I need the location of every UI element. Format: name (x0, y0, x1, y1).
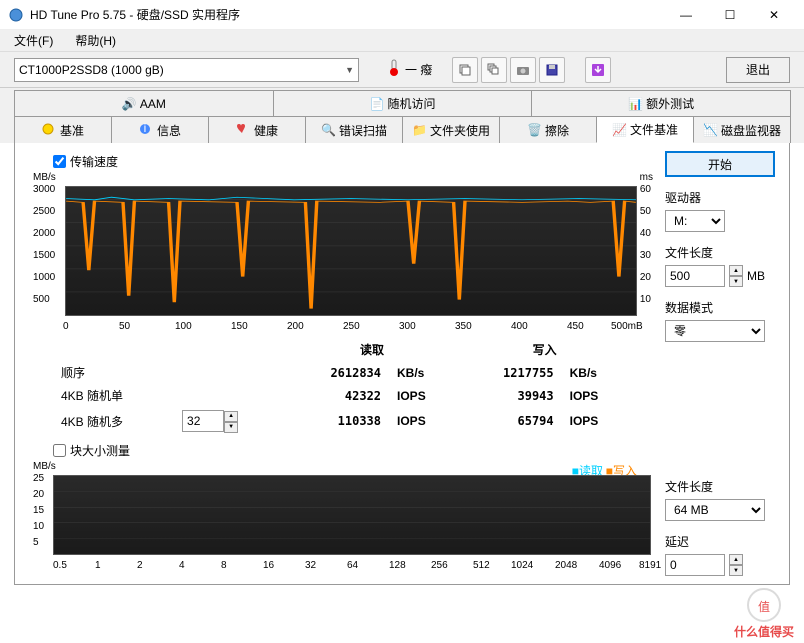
app-icon (8, 7, 24, 23)
transfer-speed-label: 传输速度 (70, 153, 118, 170)
toolbar: CT1000P2SSD8 (1000 gB) ▼ 一 癈 退出 (0, 52, 804, 88)
menu-bar: 文件(F) 帮助(H) (0, 30, 804, 52)
thermometer-icon (387, 59, 401, 80)
block-size-chart: MB/s ■读取 ■写入 25 20 15 10 5 0.5 1 2 4 8 1… (29, 461, 655, 571)
block-size-checkbox[interactable] (53, 444, 66, 457)
results-table: 读取写入 顺序 2612834KB/s 1217755KB/s 4KB 随机单 … (53, 338, 631, 436)
maximize-button[interactable]: ☐ (708, 0, 752, 30)
close-button[interactable]: ✕ (752, 0, 796, 30)
chart1-ylabel: MB/s (33, 172, 56, 183)
block-size-label: 块大小测量 (70, 442, 130, 459)
exit-button[interactable]: 退出 (726, 57, 790, 83)
file-bench-icon: 📈 (612, 123, 626, 137)
copy-button[interactable] (452, 57, 478, 83)
left-pane: 传输速度 MB/s ms 3000 2500 2000 1500 1000 50… (29, 151, 655, 576)
tab-erase[interactable]: 🗑️擦除 (499, 116, 597, 143)
minimize-button[interactable]: — (664, 0, 708, 30)
delay-spinner[interactable]: ▲▼ (729, 554, 743, 576)
download-button[interactable] (585, 57, 611, 83)
temp-text: 一 癈 (405, 61, 432, 78)
tab-benchmark[interactable]: 基准 (14, 116, 112, 143)
svg-text:值: 值 (758, 599, 770, 614)
menu-file[interactable]: 文件(F) (8, 30, 59, 51)
main-content: 传输速度 MB/s ms 3000 2500 2000 1500 1000 50… (14, 143, 790, 585)
file-length-input[interactable] (665, 265, 725, 287)
tab-file-benchmark[interactable]: 📈文件基准 (596, 116, 694, 143)
queue-depth-input[interactable]: 32 (182, 410, 224, 432)
file-length2-label: 文件长度 (665, 478, 775, 495)
right-pane: 开始 驱动器 M: 文件长度 ▲▼ MB 数据模式 零 文件长度 64 MB 延… (665, 151, 775, 576)
delay-input[interactable] (665, 554, 725, 576)
block-size-checkbox-row: 块大小测量 (53, 442, 655, 459)
tabs-row-2: 基准 i信息 健康 🔍错误扫描 📁文件夹使用 🗑️擦除 📈文件基准 📉磁盘监视器 (0, 116, 804, 143)
chart2-ylabel: MB/s (33, 461, 56, 472)
info-icon: i (139, 123, 153, 137)
folder-icon: 📁 (412, 123, 426, 137)
transfer-speed-chart: MB/s ms 3000 2500 2000 1500 1000 500 60 … (29, 172, 655, 332)
table-row: 4KB 随机单 42322IOPS 39943IOPS (53, 384, 631, 407)
tabs-row-1: 🔊AAM 📄随机访问 📊额外测试 (0, 88, 804, 116)
queue-depth-spinner[interactable]: ▲▼ (224, 411, 238, 433)
transfer-speed-checkbox-row: 传输速度 (53, 153, 655, 170)
drive-selected-text: CT1000P2SSD8 (1000 gB) (19, 63, 164, 77)
dropdown-arrow-icon: ▼ (345, 65, 354, 75)
trash-icon: 🗑️ (527, 123, 541, 137)
drive-label: 驱动器 (665, 189, 775, 206)
save-button[interactable] (539, 57, 565, 83)
speaker-icon: 🔊 (122, 97, 136, 111)
copy-all-button[interactable] (481, 57, 507, 83)
tab-disk-monitor[interactable]: 📉磁盘监视器 (693, 116, 791, 143)
chart2-plot-area (53, 475, 651, 555)
file-length-label: 文件长度 (665, 244, 775, 261)
title-bar: HD Tune Pro 5.75 - 硬盘/SSD 实用程序 — ☐ ✕ (0, 0, 804, 30)
tab-extra-tests[interactable]: 📊额外测试 (531, 90, 791, 116)
tab-random-access[interactable]: 📄随机访问 (273, 90, 533, 116)
tab-folder-usage[interactable]: 📁文件夹使用 (402, 116, 500, 143)
table-row: 4KB 随机多 32▲▼ 110338IOPS 65794IOPS (53, 407, 631, 436)
svg-text:i: i (144, 123, 147, 135)
temperature-display: 一 癈 (387, 59, 432, 80)
chart1-plot-area (65, 186, 637, 316)
chart1-y2label: ms (640, 172, 653, 183)
tab-aam[interactable]: 🔊AAM (14, 90, 274, 116)
monitor-icon: 📉 (703, 123, 717, 137)
drive-letter-select[interactable]: M: (665, 210, 725, 232)
search-icon: 🔍 (321, 123, 335, 137)
health-icon (236, 123, 250, 137)
file-length2-select[interactable]: 64 MB (665, 499, 765, 521)
random-icon: 📄 (370, 97, 384, 111)
data-mode-select[interactable]: 零 (665, 320, 765, 342)
tab-info[interactable]: i信息 (111, 116, 209, 143)
transfer-speed-checkbox[interactable] (53, 155, 66, 168)
menu-help[interactable]: 帮助(H) (69, 30, 122, 51)
watermark: 值 什么值得买 (724, 583, 804, 643)
drive-select[interactable]: CT1000P2SSD8 (1000 gB) ▼ (14, 58, 359, 82)
start-button[interactable]: 开始 (665, 151, 775, 177)
tab-error-scan[interactable]: 🔍错误扫描 (305, 116, 403, 143)
window-title: HD Tune Pro 5.75 - 硬盘/SSD 实用程序 (30, 6, 664, 23)
screenshot-button[interactable] (510, 57, 536, 83)
tab-health[interactable]: 健康 (208, 116, 306, 143)
delay-label: 延迟 (665, 533, 775, 550)
data-mode-label: 数据模式 (665, 299, 775, 316)
table-row: 顺序 2612834KB/s 1217755KB/s (53, 361, 631, 384)
gauge-icon (42, 123, 56, 137)
file-length-spinner[interactable]: ▲▼ (729, 265, 743, 287)
test-icon: 📊 (628, 97, 642, 111)
